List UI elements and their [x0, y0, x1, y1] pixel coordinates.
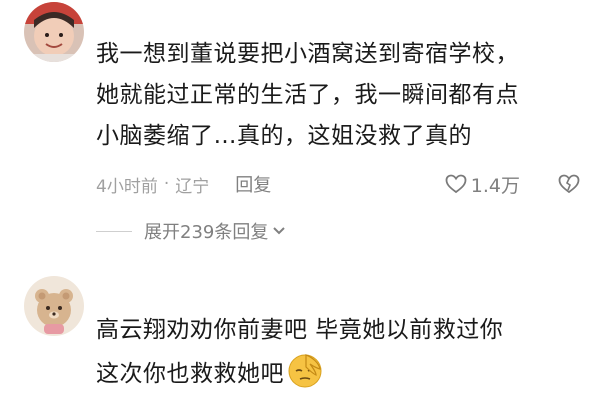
like-count: 1.4万	[470, 174, 520, 197]
comment-meta: 4小时前 · 辽宁 回复 1.4万	[96, 170, 580, 198]
divider-line	[96, 230, 132, 232]
expand-replies-label: 展开239条回复	[144, 222, 269, 243]
facepalm-emoji-icon	[288, 354, 322, 388]
broken-heart-icon	[558, 174, 580, 194]
reply-button[interactable]: 回复	[235, 171, 271, 197]
comment-content: 我一想到董说要把小酒窝送到寄宿学校， 她就能过正常的生活了，我一瞬间都有点 小脑…	[96, 34, 580, 157]
comment-text: 高云翔劝劝你前妻吧 毕竟她以前救过你 这次你也救救她吧	[96, 310, 580, 395]
comment-time: 4小时前	[96, 176, 158, 197]
heart-icon	[445, 174, 467, 194]
separator-dot: ·	[163, 174, 170, 194]
expand-replies-button[interactable]: 展开239条回复	[96, 218, 286, 244]
avatar[interactable]	[24, 2, 84, 62]
avatar[interactable]	[24, 276, 84, 336]
chevron-down-icon	[273, 227, 286, 235]
dislike-button[interactable]	[558, 174, 580, 194]
comment-text: 我一想到董说要把小酒窝送到寄宿学校， 她就能过正常的生活了，我一瞬间都有点 小脑…	[96, 41, 519, 149]
comment-item: 高云翔劝劝你前妻吧 毕竟她以前救过你 这次你也救救她吧	[0, 262, 600, 405]
comment-item: 我一想到董说要把小酒窝送到寄宿学校， 她就能过正常的生活了，我一瞬间都有点 小脑…	[0, 0, 600, 262]
comment-location: 辽宁	[175, 176, 210, 197]
comment-content: 高云翔劝劝你前妻吧 毕竟她以前救过你 这次你也救救她吧	[96, 310, 580, 395]
like-button[interactable]: 1.4万	[445, 171, 520, 198]
